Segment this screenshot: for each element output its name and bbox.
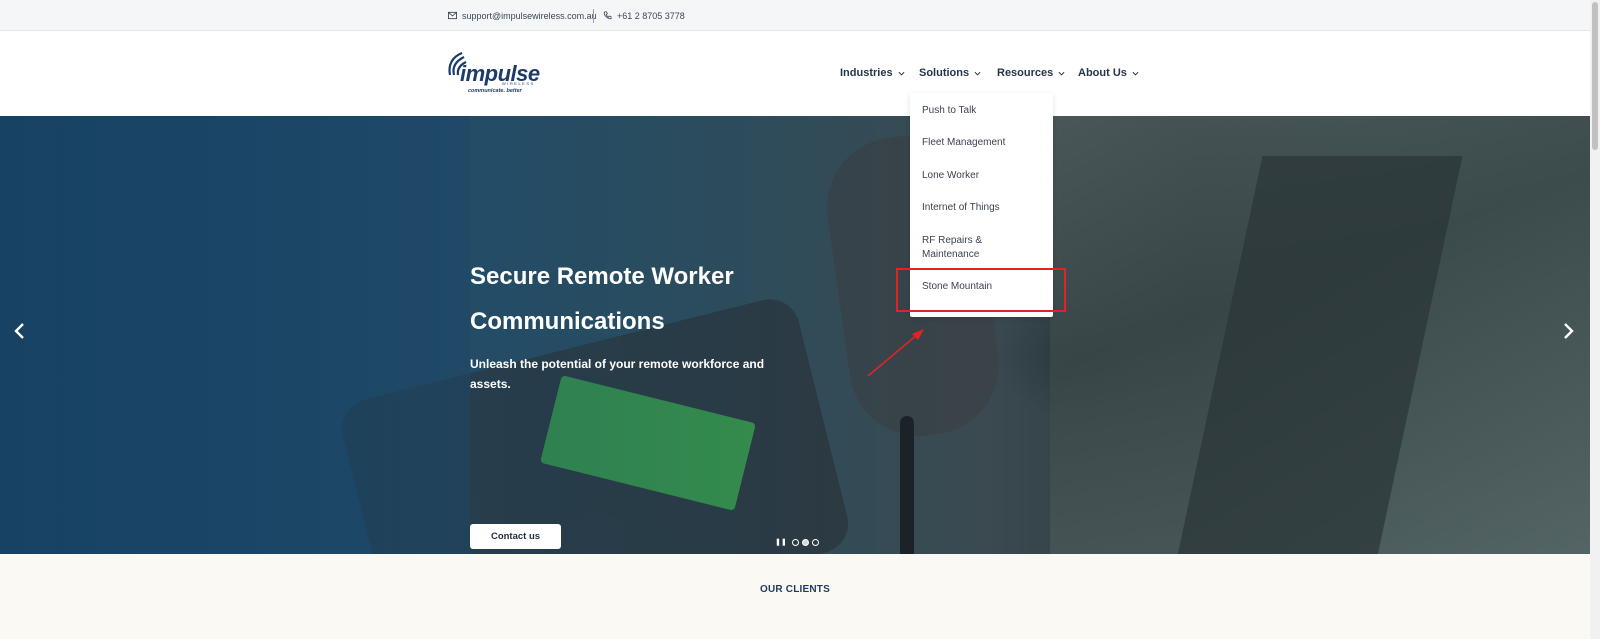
- clients-section: OUR CLIENTS: [0, 554, 1590, 639]
- contact-us-button[interactable]: Contact us: [470, 524, 561, 549]
- nav-about-us-label: About Us: [1078, 67, 1127, 79]
- annotation-highlight-box: [896, 268, 1066, 312]
- hero-subtitle: Unleash the potential of your remote wor…: [470, 357, 765, 391]
- topbar-divider: [593, 9, 594, 23]
- chevron-right-icon: [1564, 323, 1574, 339]
- site-header: impulse WIRELESS communicate. better Ind…: [0, 31, 1590, 116]
- nav-solutions-label: Solutions: [919, 67, 970, 79]
- logo-tagline: communicate. better: [468, 88, 522, 94]
- slider-dot[interactable]: [811, 538, 819, 546]
- chevron-down-icon: [898, 71, 905, 76]
- nav-solutions[interactable]: Solutions: [919, 67, 981, 79]
- hero-overlay: [0, 116, 1590, 554]
- phone-text[interactable]: +61 2 8705 3778: [617, 11, 685, 21]
- annotation-arrow-icon: [867, 329, 924, 377]
- email-contact[interactable]: support@impulsewireless.com.au: [448, 0, 597, 31]
- slider-next-button[interactable]: [1558, 321, 1578, 341]
- slider-dot-active[interactable]: [801, 538, 809, 546]
- hero-title: Secure Remote Worker Communications: [470, 263, 734, 335]
- chevron-down-icon: [974, 71, 981, 76]
- clients-heading: OUR CLIENTS: [760, 584, 830, 595]
- email-text[interactable]: support@impulsewireless.com.au: [462, 11, 597, 21]
- chevron-down-icon: [1058, 71, 1065, 76]
- menu-item-internet-of-things[interactable]: Internet of Things: [922, 201, 1042, 215]
- slider-prev-button[interactable]: [10, 321, 30, 341]
- envelope-icon: [448, 11, 457, 20]
- hero-content: Secure Remote Worker Communications Unle…: [470, 254, 770, 549]
- slider-dot[interactable]: [791, 538, 799, 546]
- slider-pagination: ❚❚: [775, 538, 819, 546]
- chevron-left-icon: [14, 323, 24, 339]
- menu-item-push-to-talk[interactable]: Push to Talk: [922, 104, 1042, 118]
- nav-resources-label: Resources: [997, 67, 1054, 79]
- impulse-logo[interactable]: impulse WIRELESS communicate. better: [446, 49, 540, 99]
- nav-industries-label: Industries: [840, 67, 893, 79]
- chevron-down-icon: [1132, 71, 1139, 76]
- menu-item-rf-repairs[interactable]: RF Repairs & Maintenance: [922, 234, 1002, 262]
- nav-resources[interactable]: Resources: [997, 67, 1065, 79]
- logo-subtext: WIRELESS: [502, 81, 535, 86]
- scrollbar-thumb[interactable]: [1592, 2, 1598, 150]
- menu-item-fleet-management[interactable]: Fleet Management: [922, 136, 1042, 150]
- top-bar: support@impulsewireless.com.au +61 2 870…: [0, 0, 1590, 31]
- phone-contact[interactable]: +61 2 8705 3778: [603, 0, 685, 31]
- phone-icon: [603, 11, 612, 20]
- page-scrollbar[interactable]: [1590, 0, 1600, 639]
- nav-industries[interactable]: Industries: [840, 67, 905, 79]
- nav-about-us[interactable]: About Us: [1078, 67, 1139, 79]
- menu-item-lone-worker[interactable]: Lone Worker: [922, 169, 1042, 183]
- pause-icon[interactable]: ❚❚: [775, 538, 787, 546]
- hero-slider: Secure Remote Worker Communications Unle…: [0, 116, 1590, 554]
